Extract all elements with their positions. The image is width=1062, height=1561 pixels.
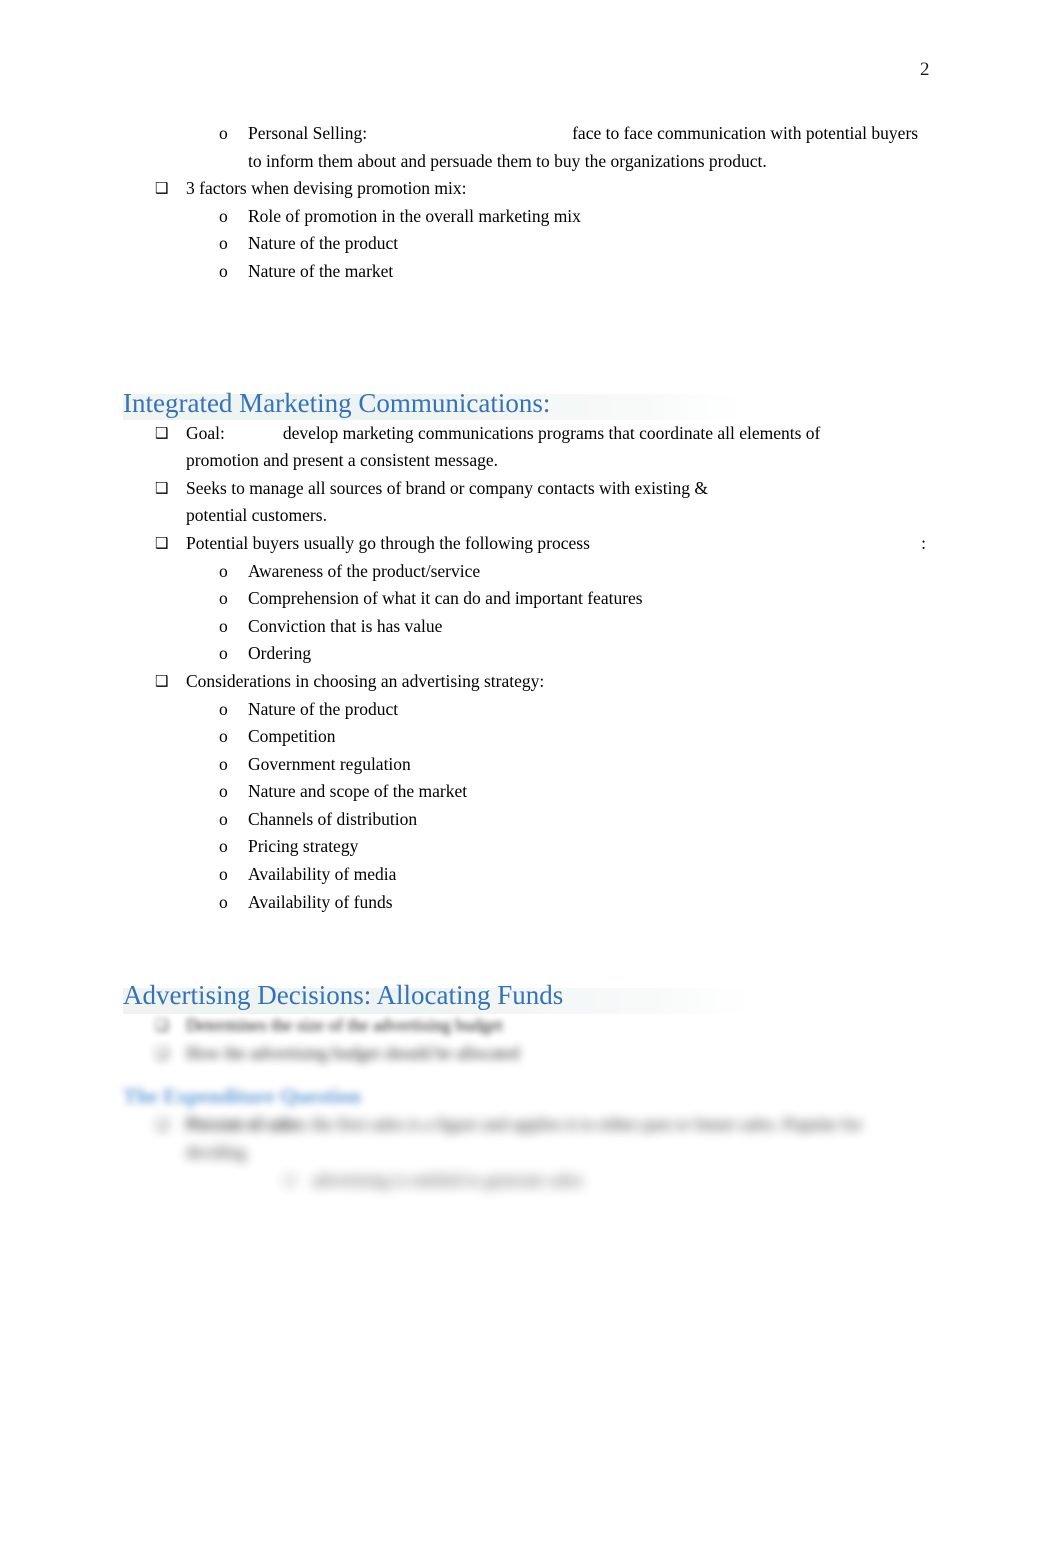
level2-bullet-icon: o (219, 615, 228, 636)
allocating-point-text: How the advertising budget should be all… (186, 1042, 520, 1063)
list-item-goal: ❑ Goal: develop marketing communications … (0, 420, 1062, 475)
factor-text: Nature of the product (248, 233, 399, 254)
level2-bullet-icon: o (219, 205, 228, 226)
percent-of-sales-text: Percent of sales: the first sales is a f… (186, 1111, 906, 1166)
consideration-text: Pricing strategy (248, 836, 359, 857)
level2-bullet-icon: o (219, 560, 228, 581)
seeks-text: Seeks to manage all sources of brand or … (186, 477, 708, 526)
list-item: o Nature and scope of the market (0, 778, 1062, 806)
level1-bullet-icon: ❑ (155, 423, 169, 442)
personal-selling-label: Personal Selling: (248, 123, 368, 143)
imc-heading-wrap: Integrated Marketing Communications: (0, 386, 1062, 420)
consideration-text: Competition (248, 726, 336, 747)
list-item: o Conviction that is has value (0, 613, 1062, 641)
list-item-process: ❑ Potential buyers usually go through th… (0, 530, 1062, 558)
document-body: o Personal Selling: face to face communic… (0, 120, 1062, 1194)
list-item-personal-selling: o Personal Selling: face to face communic… (0, 120, 1062, 175)
page-header: 2 (0, 58, 1062, 88)
list-item: ❑ Determines the size of the advertising… (0, 1012, 1062, 1040)
level2-bullet-icon: o (219, 753, 228, 774)
list-item: o Awareness of the product/service (0, 558, 1062, 586)
level1-bullet-icon: ❑ (155, 1043, 169, 1062)
list-item: o Channels of distribution (0, 806, 1062, 834)
consideration-text: Government regulation (248, 753, 411, 774)
list-item-considerations-heading: ❑ Considerations in choosing an advertis… (0, 668, 1062, 696)
list-item: o Government regulation (0, 751, 1062, 779)
process-step-text: Awareness of the product/service (248, 560, 481, 581)
list-item-seeks: ❑ Seeks to manage all sources of brand o… (0, 475, 1062, 530)
list-item: o Competition (0, 723, 1062, 751)
level2-bullet-icon: o (219, 836, 228, 857)
process-text: Potential buyers usually go through the … (186, 532, 590, 553)
goal-label: Goal: (186, 422, 225, 443)
advertising-detail-text: advertising is entitled to generate sale… (312, 1169, 583, 1190)
level3-bullet-icon: ❑ (283, 1172, 295, 1188)
list-item: o Nature of the product (0, 696, 1062, 724)
list-item: o Pricing strategy (0, 833, 1062, 861)
heading-advertising-decisions-allocating-funds: Advertising Decisions: Allocating Funds (123, 980, 564, 1011)
level2-bullet-icon: o (219, 891, 228, 912)
consideration-text: Channels of distribution (248, 808, 418, 829)
level1-bullet-icon: ❑ (155, 179, 169, 198)
document-page: 2 o Personal Selling: face to face commun… (0, 0, 1062, 1561)
consideration-text: Availability of funds (248, 891, 393, 912)
level2-bullet-icon: o (219, 260, 228, 281)
level2-bullet-icon: o (219, 808, 228, 829)
factor-text: Nature of the market (248, 260, 394, 281)
allocating-funds-heading-wrap: Advertising Decisions: Allocating Funds (0, 978, 1062, 1015)
level1-bullet-icon: ❑ (155, 478, 169, 497)
list-item-factors-heading: ❑ 3 factors when devising promotion mix: (0, 175, 1062, 203)
level2-bullet-icon: o (219, 643, 228, 664)
blurred-preview-region: ❑ Determines the size of the advertising… (0, 1012, 1062, 1194)
process-step-text: Conviction that is has value (248, 615, 443, 636)
list-item-percent-of-sales: ❑ Percent of sales: the first sales is a… (0, 1111, 1062, 1166)
consideration-text: Availability of media (248, 864, 397, 885)
process-step-text: Comprehension of what it can do and impo… (248, 588, 643, 609)
consideration-text: Nature of the product (248, 698, 399, 719)
list-item: ❑ advertising is entitled to generate sa… (0, 1167, 1062, 1195)
goal-text: Goal: develop marketing communications pr… (186, 420, 826, 475)
consideration-text: Nature and scope of the market (248, 781, 468, 802)
factors-heading-text: 3 factors when devising promotion mix: (186, 178, 467, 199)
list-item: o Nature of the market (0, 258, 1062, 286)
list-item: o Comprehension of what it can do and im… (0, 585, 1062, 613)
heading-integrated-marketing-communications: Integrated Marketing Communications: (123, 387, 551, 418)
list-item: o Nature of the product (0, 230, 1062, 258)
level2-bullet-icon: o (219, 864, 228, 885)
subheading-expenditure-question: The Expenditure Question (123, 1084, 361, 1109)
goal-description: develop marketing communications program… (186, 422, 821, 471)
level2-bullet-icon: o (219, 123, 228, 143)
level2-bullet-icon: o (219, 233, 228, 254)
level1-bullet-icon: ❑ (155, 1016, 169, 1035)
process-text-row: Potential buyers usually go through the … (186, 530, 926, 558)
factor-text: Role of promotion in the overall marketi… (248, 205, 581, 226)
process-trailing-colon: : (921, 532, 926, 553)
level1-bullet-icon: ❑ (155, 1115, 169, 1134)
level2-bullet-icon: o (219, 698, 228, 719)
personal-selling-text: Personal Selling: face to face communicat… (248, 120, 928, 175)
considerations-heading-text: Considerations in choosing an advertisin… (186, 670, 545, 691)
list-item: o Role of promotion in the overall marke… (0, 203, 1062, 231)
list-item: ❑ How the advertising budget should be a… (0, 1040, 1062, 1068)
level1-bullet-icon: ❑ (155, 671, 169, 690)
level2-bullet-icon: o (219, 588, 228, 609)
level2-bullet-icon: o (219, 781, 228, 802)
process-step-text: Ordering (248, 643, 312, 664)
level1-bullet-icon: ❑ (155, 533, 169, 552)
allocating-point-text: Determines the size of the advertising b… (186, 1015, 503, 1036)
list-item: o Availability of funds (0, 889, 1062, 917)
percent-of-sales-label: Percent of sales: (186, 1114, 308, 1135)
page-number: 2 (920, 59, 930, 80)
level2-bullet-icon: o (219, 726, 228, 747)
list-item: o Ordering (0, 640, 1062, 668)
list-item: o Availability of media (0, 861, 1062, 889)
